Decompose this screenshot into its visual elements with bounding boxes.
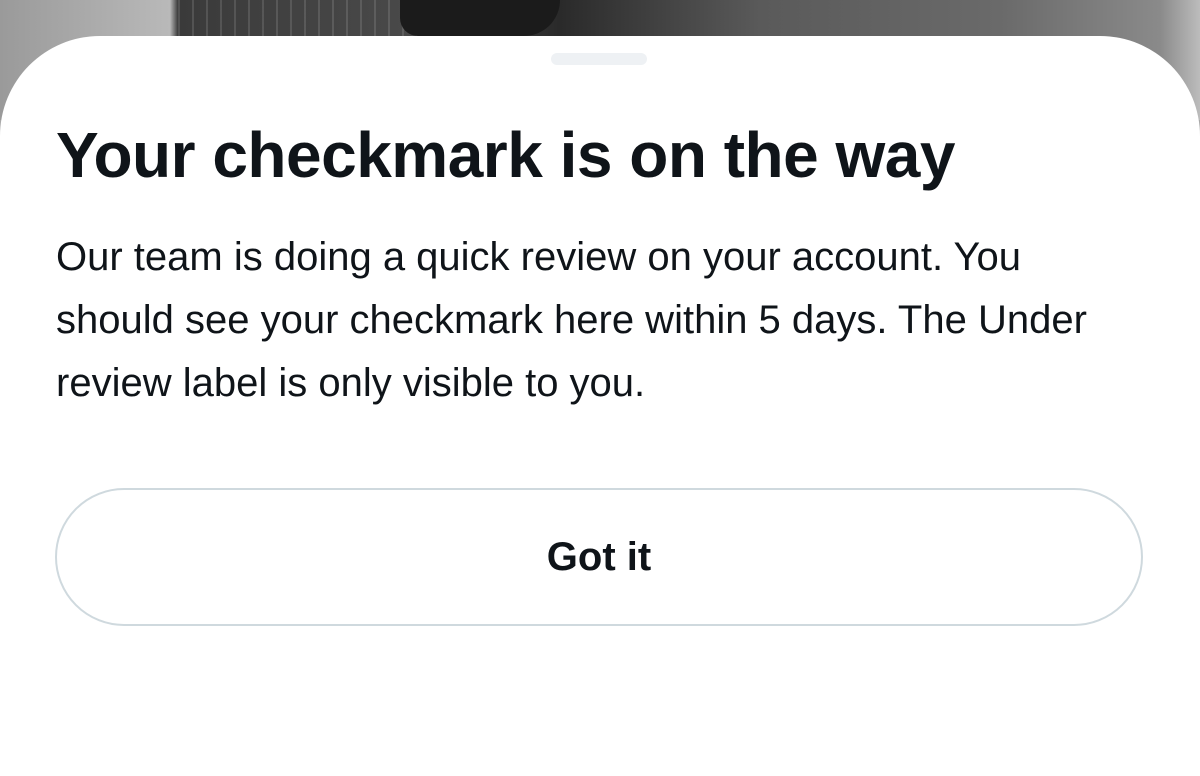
background-photo-shape — [400, 0, 560, 36]
bottom-sheet: Your checkmark is on the way Our team is… — [0, 36, 1200, 776]
got-it-button[interactable]: Got it — [55, 488, 1143, 626]
sheet-description: Our team is doing a quick review on your… — [56, 235, 1087, 405]
sheet-title: Your checkmark is on the way — [56, 119, 955, 191]
got-it-button-label: Got it — [546, 534, 652, 579]
sheet-drag-handle[interactable] — [551, 53, 647, 65]
